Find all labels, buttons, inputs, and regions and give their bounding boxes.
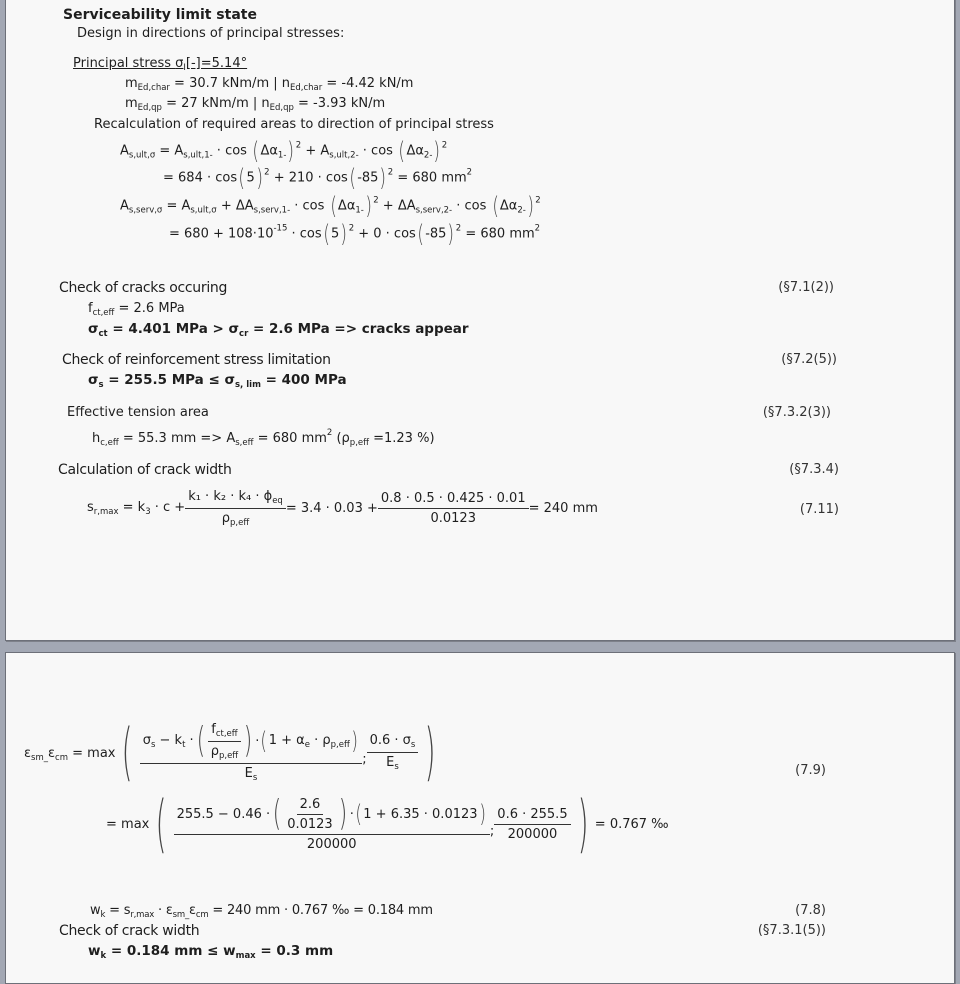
srmax-fraction-values: 0.8 · 0.5 · 0.425 · 0.01 0.0123 (377, 491, 529, 526)
strain-formula: εsm_εcm = max ( σs − kt · ( fct,eff ρp,ef… (24, 715, 436, 788)
tension-area-ref: (§7.3.2(3)) (762, 405, 831, 420)
report-page-1: Serviceability limit state Design in dir… (5, 0, 955, 641)
strain-values-fraction-2: 0.6 · 255.5 200000 (494, 807, 571, 842)
tension-area-line: hc,eff = 55.3 mm => As,eff = 680 mm2 (ρp… (92, 428, 435, 448)
tension-area-title: Effective tension area (67, 405, 209, 420)
cracks-occurring-ref: (§7.1(2)) (778, 280, 834, 295)
cracks-occurring-title: Check of cracks occuring (59, 280, 228, 296)
srmax-formula: sr,max = k3 · c + k₁ · k₂ · k₄ · ϕeq ρp,… (87, 489, 598, 528)
principal-stress-heading: Principal stress σI[-]=5.14° (73, 56, 247, 73)
strain-fraction-1: σs − kt · ( fct,eff ρp,eff ) · ( 1 + αe ·… (139, 722, 363, 783)
principal-stress-label: Principal stress (73, 56, 172, 71)
report-page-2: (7.9) εsm_εcm = max ( σs − kt · ( fct,ef… (5, 652, 955, 984)
crack-width-ref: (§7.3.4) (789, 462, 839, 477)
check-crack-width-ref: (§7.3.1(5)) (757, 923, 826, 938)
section-subtitle: Design in directions of principal stress… (77, 26, 345, 41)
strain-fraction-2: 0.6 · σs Es (366, 733, 419, 772)
as-ult-formula: As,ult,σ = As,ult,1- · cos (Δα1-)2 + As,… (120, 137, 448, 165)
qp-forces-line: mEd,qp = 27 kNm/m | nEd,qp = -3.93 kN/m (125, 96, 386, 113)
recalc-label: Recalculation of required areas to direc… (94, 117, 494, 132)
strain-values: = max ( 255.5 − 0.46 · ( 2.6 0.0123 ) · (… (106, 787, 669, 860)
section-title: Serviceability limit state (63, 7, 257, 23)
eq-ref-7-8: (7.8) (795, 903, 826, 918)
stress-limitation-title: Check of reinforcement stress limitation (62, 352, 331, 368)
fct-eff-line: fct,eff = 2.6 MPa (88, 301, 185, 318)
as-serv-values: = 680 + 108·10-15 · cos(5)2 + 0 · cos(-8… (169, 220, 541, 248)
char-forces-line: mEd,char = 30.7 kNm/m | nEd,char = -4.42… (125, 76, 414, 93)
eq-ref-7-11: (7.11) (799, 502, 839, 517)
cracks-result: σct = 4.401 MPa > σcr = 2.6 MPa => crack… (88, 321, 469, 339)
stress-limitation-ref: (§7.2(5)) (781, 352, 837, 367)
srmax-fraction-symbolic: k₁ · k₂ · k₄ · ϕeq ρp,eff (185, 489, 286, 528)
crack-width-result: wk = 0.184 mm ≤ wmax = 0.3 mm (88, 943, 334, 961)
eq-ref-7-9: (7.9) (795, 763, 826, 778)
crack-width-title: Calculation of crack width (58, 462, 232, 478)
principal-stress-angle: σI[-]=5.14° (175, 56, 248, 73)
wk-calculation: wk = sr,max · εsm_εcm = 240 mm · 0.767 ‰… (90, 903, 433, 920)
as-ult-values: = 684 · cos(5)2 + 210 · cos(-85)2 = 680 … (163, 164, 473, 192)
check-crack-width-title: Check of crack width (59, 923, 200, 939)
stress-limitation-result: σs = 255.5 MPa ≤ σs, lim = 400 MPa (88, 372, 347, 390)
strain-values-fraction-1: 255.5 − 0.46 · ( 2.6 0.0123 ) · ( 1 + 6.3… (173, 796, 490, 852)
as-serv-formula: As,serv,σ = As,ult,σ + ΔAs,serv,1- · cos… (120, 192, 541, 220)
